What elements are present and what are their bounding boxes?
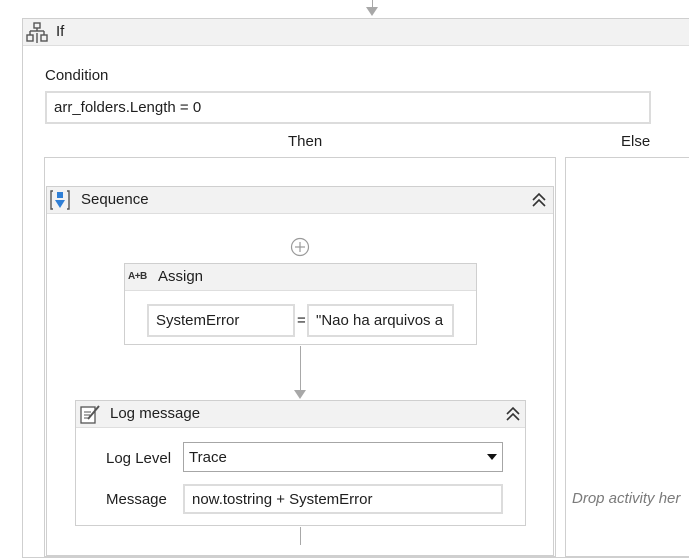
assign-value-input[interactable]: "Nao ha arquivos a bbox=[307, 304, 454, 337]
condition-input-value: arr_folders.Length = 0 bbox=[54, 99, 202, 116]
collapse-icon[interactable] bbox=[504, 405, 522, 423]
message-value: now.tostring + SystemError bbox=[192, 490, 373, 508]
assign-connector-arrow bbox=[294, 390, 306, 399]
add-activity-icon[interactable] bbox=[290, 237, 310, 257]
log-message-title: Log message bbox=[110, 405, 201, 422]
else-drop-hint: Drop activity her bbox=[572, 490, 681, 507]
else-label: Else bbox=[621, 133, 651, 150]
assign-icon: A+B bbox=[128, 271, 147, 282]
condition-label: Condition bbox=[45, 67, 109, 84]
condition-input[interactable]: arr_folders.Length = 0 bbox=[45, 91, 651, 124]
assign-to-value: SystemError bbox=[156, 312, 240, 329]
assign-connector-line bbox=[300, 346, 301, 392]
log-level-label: Log Level bbox=[106, 450, 172, 467]
if-activity-header[interactable] bbox=[23, 19, 689, 46]
assign-value-text: "Nao ha arquivos a bbox=[316, 312, 444, 329]
if-title: If bbox=[56, 23, 65, 40]
sequence-title: Sequence bbox=[81, 191, 149, 208]
then-label: Then bbox=[288, 133, 323, 150]
assign-title: Assign bbox=[158, 268, 204, 285]
log-level-select[interactable]: Trace bbox=[183, 442, 503, 472]
assign-equals: = bbox=[297, 312, 306, 329]
message-input[interactable]: now.tostring + SystemError bbox=[183, 484, 503, 514]
assign-to-input[interactable]: SystemError bbox=[147, 304, 295, 337]
if-icon bbox=[26, 22, 48, 44]
log-level-value: Trace bbox=[189, 448, 227, 466]
sequence-icon bbox=[49, 189, 71, 211]
message-label: Message bbox=[106, 491, 167, 508]
dropdown-arrow-icon[interactable] bbox=[487, 454, 497, 460]
bottom-connector-line bbox=[300, 527, 301, 545]
log-message-icon bbox=[79, 403, 101, 425]
top-connector-arrow bbox=[366, 7, 378, 16]
collapse-icon[interactable] bbox=[530, 191, 548, 209]
